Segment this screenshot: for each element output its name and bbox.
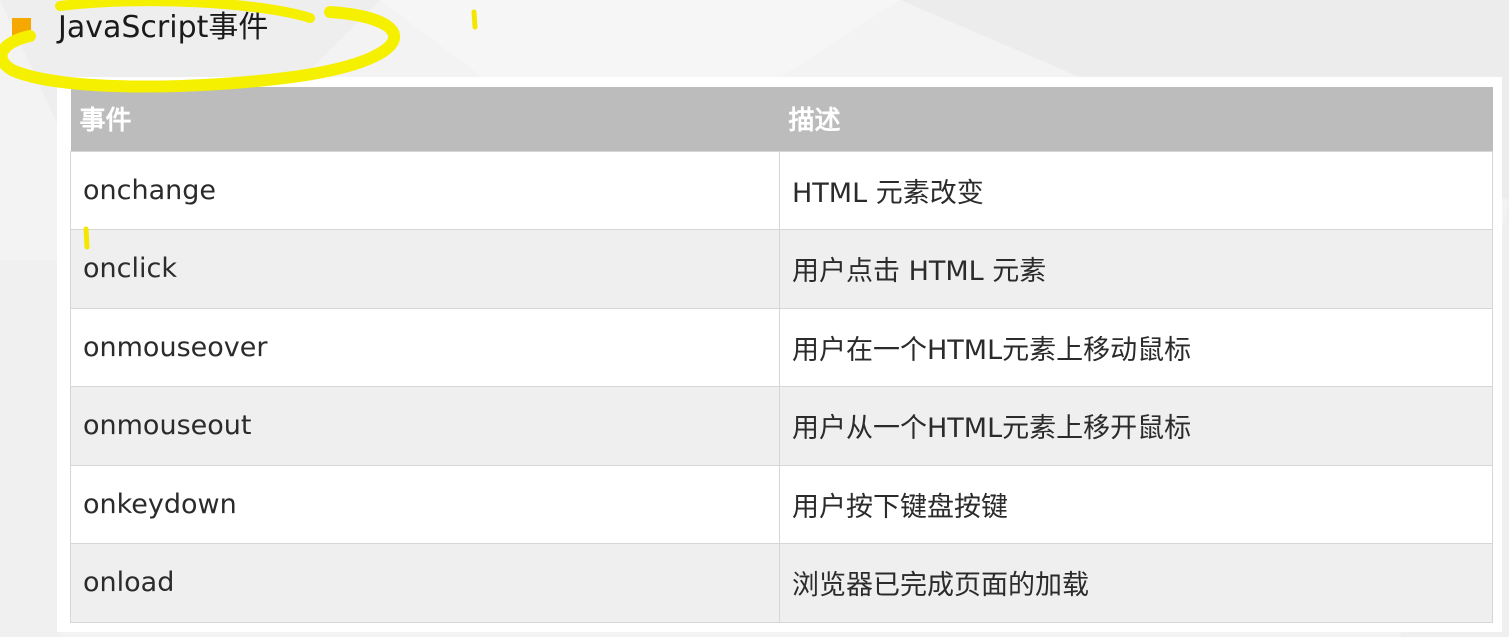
slide-title: JavaScript事件	[0, 0, 600, 60]
events-table: 事件 描述 onchange HTML 元素改变 onclick 用户点击 HT…	[70, 87, 1493, 623]
event-name-cell: onkeydown	[70, 464, 780, 544]
event-name-cell: onclick	[70, 229, 780, 309]
slide-title-text: JavaScript事件	[58, 10, 269, 45]
table-row: onchange HTML 元素改变	[70, 150, 1493, 230]
table-row: onclick 用户点击 HTML 元素	[70, 229, 1493, 309]
event-name-cell: onchange	[70, 150, 780, 230]
event-description-cell: 用户在一个HTML元素上移动鼠标	[779, 307, 1493, 387]
event-name-cell: onmouseover	[70, 307, 780, 387]
column-header-description: 描述	[779, 87, 1493, 151]
table-row: onkeydown 用户按下键盘按键	[70, 464, 1493, 544]
square-bullet-icon	[12, 18, 31, 37]
table-row: onload 浏览器已完成页面的加载	[70, 543, 1493, 623]
table-row: onmouseover 用户在一个HTML元素上移动鼠标	[70, 307, 1493, 387]
event-description-cell: 用户按下键盘按键	[779, 464, 1493, 544]
event-description-cell: 浏览器已完成页面的加载	[779, 543, 1493, 623]
event-name-cell: onmouseout	[70, 386, 780, 466]
table-header-row: 事件 描述	[70, 87, 1493, 151]
event-description-cell: HTML 元素改变	[779, 150, 1493, 230]
event-name-cell: onload	[70, 543, 780, 623]
event-description-cell: 用户点击 HTML 元素	[779, 229, 1493, 309]
event-description-cell: 用户从一个HTML元素上移开鼠标	[779, 386, 1493, 466]
column-header-event: 事件	[70, 87, 780, 151]
table-row: onmouseout 用户从一个HTML元素上移开鼠标	[70, 386, 1493, 466]
